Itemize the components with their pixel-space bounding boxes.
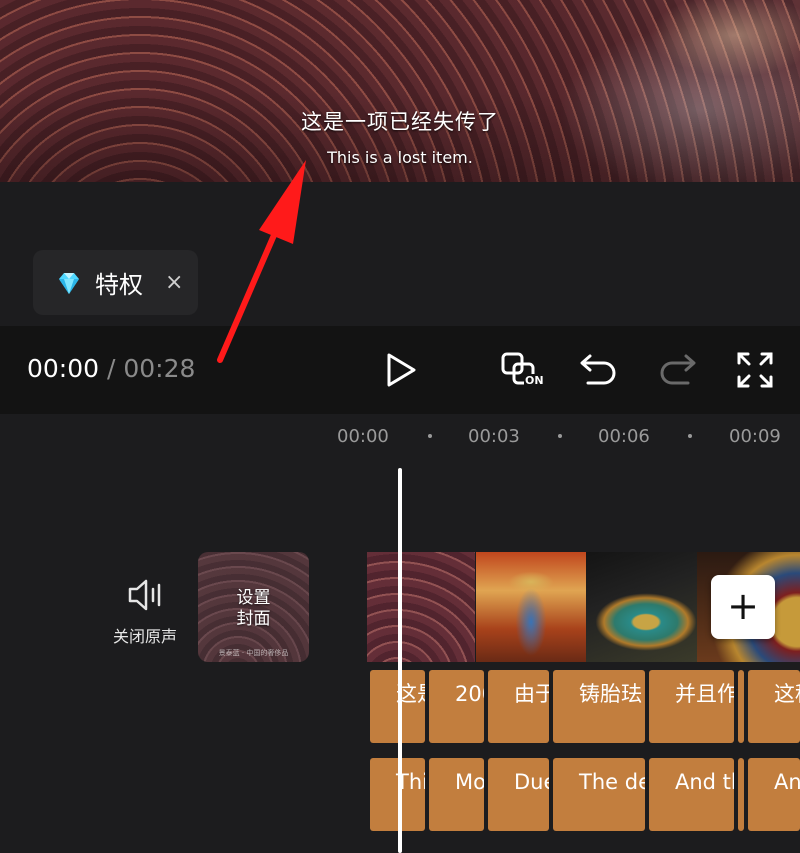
play-icon[interactable] [384, 352, 418, 388]
keyframe-on-button[interactable]: ON [500, 350, 546, 392]
text-clip-cn-short[interactable] [738, 670, 744, 743]
text-clip-cn[interactable]: 由于 [488, 670, 549, 743]
video-clip[interactable] [367, 552, 475, 662]
time-separator: / [99, 354, 124, 383]
video-clip[interactable] [586, 552, 697, 662]
video-clip[interactable] [476, 552, 586, 662]
speaker-icon [128, 579, 161, 611]
text-clip-en[interactable]: And th [649, 758, 734, 831]
cover-label-line2: 封面 [236, 609, 271, 629]
total-duration: 00:28 [123, 354, 196, 383]
set-cover-button[interactable]: 设置 封面 景泰蓝 · 中国的奢侈品 [198, 552, 309, 662]
ruler-tick: 00:00 [337, 426, 389, 447]
current-time: 00:00 [27, 354, 100, 383]
close-icon[interactable]: × [165, 270, 183, 295]
text-clip-en[interactable]: The de [553, 758, 645, 831]
diamond-icon [59, 272, 79, 294]
text-clip-cn[interactable]: 铸胎珐 [553, 670, 645, 743]
subtitle-english: This is a lost item. [327, 148, 473, 167]
add-clip-button[interactable]: + [711, 575, 775, 639]
text-clip-en-short[interactable] [738, 758, 744, 831]
fullscreen-icon[interactable] [735, 350, 775, 390]
timecode: 00:00 / 00:28 [27, 354, 195, 383]
text-clip-en[interactable]: Due [488, 758, 549, 831]
ruler-tick: 00:09 [729, 426, 781, 447]
mute-original-button[interactable]: 关闭原声 [105, 575, 185, 647]
text-clip-cn[interactable]: 并且作 [649, 670, 734, 743]
text-clip-en[interactable]: An [748, 758, 800, 831]
ruler-tick: 00:06 [598, 426, 650, 447]
ruler-dot [688, 434, 692, 438]
text-clip-cn[interactable]: 200 [429, 670, 484, 743]
text-clip-cn[interactable]: 这种 [748, 670, 800, 743]
subtitle-chinese: 这是一项已经失传了 [301, 110, 499, 134]
cover-label-line1: 设置 [236, 588, 271, 608]
redo-icon[interactable] [656, 350, 698, 390]
undo-icon[interactable] [578, 350, 620, 390]
text-clip-en[interactable]: Mo [429, 758, 484, 831]
playhead[interactable] [398, 468, 402, 853]
ruler-dot [558, 434, 562, 438]
cover-label: 设置 封面 [198, 588, 309, 630]
cover-caption: 景泰蓝 · 中国的奢侈品 [218, 649, 289, 657]
ruler-dot [428, 434, 432, 438]
ruler-tick: 00:03 [468, 426, 520, 447]
keyframe-badge: ON [524, 374, 545, 387]
privilege-label: 特权 [95, 271, 143, 299]
privilege-chip[interactable]: 特权 × [33, 250, 198, 315]
mute-original-label: 关闭原声 [112, 627, 177, 646]
